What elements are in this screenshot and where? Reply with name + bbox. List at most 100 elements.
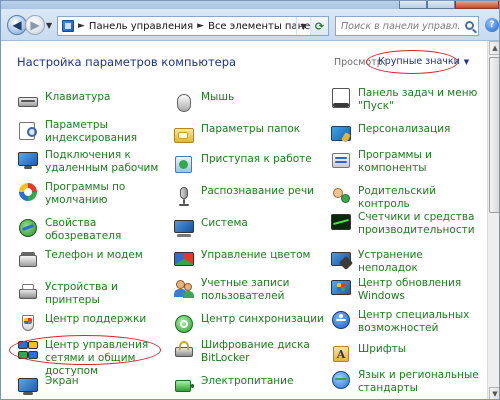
help-button[interactable]: ? <box>485 18 499 32</box>
item-label[interactable]: Параметры папок <box>201 123 300 136</box>
item-label[interactable]: Управление цветом <box>201 249 310 262</box>
item-getting-started[interactable]: Приступая к работе <box>173 153 328 175</box>
refresh-icon: ⟳ <box>314 19 325 33</box>
item-label[interactable]: Устройства и принтеры <box>45 281 172 307</box>
item-remote-desktop[interactable]: Подключения к удаленным рабочим <box>17 149 172 175</box>
item-mouse[interactable]: Мышь <box>173 91 328 113</box>
item-label[interactable]: Свойства обозревателя <box>45 217 172 243</box>
item-parental-control[interactable]: Родительский контроль <box>330 185 485 211</box>
getting-started-icon <box>173 153 195 175</box>
item-folder-options[interactable]: Параметры папок <box>173 123 328 145</box>
item-troubleshooting[interactable]: Устранение неполадок <box>330 249 485 275</box>
item-performance[interactable]: Счетчики и средства производительности <box>330 211 485 237</box>
item-action-center[interactable]: Центр поддержки <box>17 313 172 335</box>
scroll-thumb[interactable] <box>489 57 499 213</box>
item-fonts[interactable]: A Шрифты <box>330 343 485 365</box>
item-bitlocker[interactable]: Шифрование диска BitLocker <box>173 339 328 365</box>
item-power[interactable]: Электропитание <box>173 375 328 397</box>
item-label[interactable]: Клавиатура <box>45 91 110 104</box>
item-phone-modem[interactable]: Телефон и модем <box>17 249 172 271</box>
item-label[interactable]: Система <box>201 217 248 230</box>
minimize-button[interactable] <box>399 1 427 9</box>
scroll-up-button[interactable]: ▲ <box>489 41 499 55</box>
item-label[interactable]: Центр обновления Windows <box>358 277 485 303</box>
item-label[interactable]: Подключения к удаленным рабочим <box>45 149 172 175</box>
item-label[interactable]: Счетчики и средства производительности <box>358 211 485 237</box>
item-user-accounts[interactable]: Учетные записи пользователей <box>173 277 328 303</box>
item-sync-center[interactable]: Центр синхронизации <box>173 313 328 335</box>
item-label[interactable]: Шрифты <box>358 343 406 356</box>
item-windows-update[interactable]: Центр обновления Windows <box>330 277 485 303</box>
item-region-language[interactable]: Язык и региональные стандарты <box>330 369 485 395</box>
item-network-center[interactable]: Центр управления сетями и общим доступом <box>17 339 172 378</box>
item-system[interactable]: Система <box>173 217 328 239</box>
folder-options-icon <box>173 123 195 145</box>
item-label[interactable]: Устранение неполадок <box>358 249 485 275</box>
recent-pages-dropdown[interactable]: ▼ <box>46 21 52 30</box>
programs-icon <box>330 149 352 171</box>
item-label[interactable]: Приступая к работе <box>201 153 312 166</box>
item-accessibility[interactable]: Центр специальных возможностей <box>330 309 485 335</box>
item-keyboard[interactable]: Клавиатура <box>17 91 172 113</box>
item-label[interactable]: Распознавание речи <box>201 185 314 198</box>
item-label[interactable]: Центр управления сетями и общим доступом <box>45 339 172 378</box>
item-label[interactable]: Шифрование диска BitLocker <box>201 339 328 365</box>
item-color-management[interactable]: Управление цветом <box>173 249 328 271</box>
item-label[interactable]: Экран <box>45 375 79 388</box>
search-box[interactable] <box>335 16 479 36</box>
refresh-button[interactable]: ⟳ <box>310 17 328 35</box>
address-dropdown-button[interactable]: ▼ <box>296 17 310 35</box>
sync-center-icon <box>173 313 195 335</box>
maximize-button[interactable] <box>427 1 455 9</box>
search-input[interactable] <box>336 18 460 34</box>
item-display[interactable]: Экран <box>17 375 172 397</box>
system-icon <box>173 217 195 239</box>
item-default-programs[interactable]: Программы по умолчанию <box>17 181 172 207</box>
breadcrumb-control-panel[interactable]: Панель управления <box>89 21 193 32</box>
bitlocker-icon <box>173 339 195 361</box>
keyboard-icon <box>17 91 39 113</box>
indexing-icon <box>17 119 39 141</box>
item-label[interactable]: Телефон и модем <box>45 249 143 262</box>
address-bar[interactable]: ► Панель управления ► Все элементы панел… <box>57 16 329 36</box>
item-programs[interactable]: Программы и компоненты <box>330 149 485 175</box>
item-label[interactable]: Мышь <box>201 91 234 104</box>
printer-icon <box>17 281 39 303</box>
vertical-scrollbar[interactable]: ▲ ▼ <box>487 41 499 399</box>
search-icon[interactable] <box>465 21 474 30</box>
item-label[interactable]: Панель задач и меню "Пуск" <box>358 87 485 113</box>
item-indexing[interactable]: Параметры индексирования <box>17 119 172 145</box>
title-bar <box>1 1 499 9</box>
main-content: Настройка параметров компьютера Просмотр… <box>1 41 487 399</box>
item-label[interactable]: Родительский контроль <box>358 185 485 211</box>
item-label[interactable]: Центр поддержки <box>45 313 146 326</box>
parental-control-icon <box>330 185 352 207</box>
network-center-icon <box>17 339 39 361</box>
back-button[interactable]: ◀ <box>7 15 27 35</box>
item-label[interactable]: Учетные записи пользователей <box>201 277 328 303</box>
mouse-icon <box>173 91 195 113</box>
scroll-down-button[interactable]: ▼ <box>489 387 499 399</box>
item-devices-printers[interactable]: Устройства и принтеры <box>17 281 172 307</box>
item-speech[interactable]: Распознавание речи <box>173 185 328 207</box>
item-label[interactable]: Программы и компоненты <box>358 149 485 175</box>
item-label[interactable]: Центр специальных возможностей <box>358 309 485 335</box>
item-label[interactable]: Персонализация <box>358 123 450 136</box>
item-personalization[interactable]: Персонализация <box>330 123 485 145</box>
close-button[interactable] <box>455 1 499 9</box>
taskbar-icon <box>330 87 352 109</box>
control-panel-icon <box>62 20 74 32</box>
control-panel-window: ◀ ▶ ▼ ► Панель управления ► Все элементы… <box>0 0 500 400</box>
troubleshooting-icon <box>330 249 354 271</box>
window-controls <box>399 1 499 9</box>
breadcrumb-separator-icon[interactable]: ► <box>78 21 85 31</box>
item-label[interactable]: Параметры индексирования <box>45 119 172 145</box>
item-taskbar[interactable]: Панель задач и меню "Пуск" <box>330 87 485 113</box>
item-label[interactable]: Программы по умолчанию <box>45 181 172 207</box>
item-label[interactable]: Язык и региональные стандарты <box>358 369 485 395</box>
item-label[interactable]: Центр синхронизации <box>201 313 324 326</box>
item-internet-options[interactable]: Свойства обозревателя <box>17 217 172 243</box>
item-label[interactable]: Электропитание <box>201 375 293 388</box>
forward-button[interactable]: ▶ <box>25 15 45 35</box>
breadcrumb-separator-icon[interactable]: ► <box>197 21 204 31</box>
